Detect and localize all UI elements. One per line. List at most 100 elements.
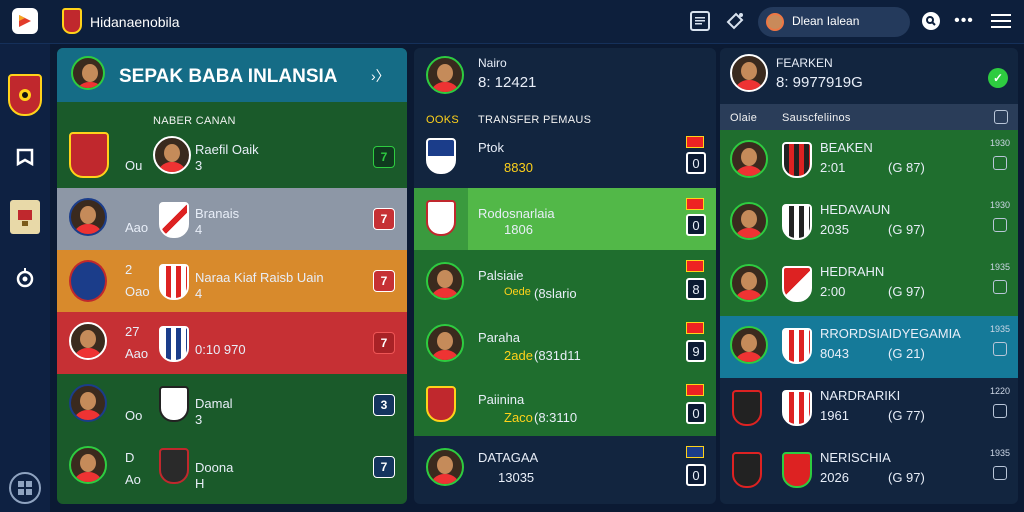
sidebar-item-grid-icon[interactable] [9,472,41,504]
row-action-button[interactable] [993,218,1007,232]
app-logo-icon[interactable] [12,8,38,34]
menu-icon[interactable] [990,10,1012,32]
row-action-button[interactable] [993,156,1007,170]
row-sub: Oede [504,286,531,298]
row-name: BEAKEN [820,140,873,155]
player-value: 8: 12421 [478,74,537,91]
list-item[interactable]: Ptok 8830 0 [414,126,716,188]
filter-button[interactable] [994,110,1008,124]
row-sub: 13035 [498,470,535,485]
row-action-button[interactable] [993,342,1007,356]
list-item[interactable]: Palsiaie Oede (8slario 8 [414,250,716,312]
row-year: 2:01 [820,160,846,175]
list-item[interactable]: Rodosnarlaia 1806 0 [414,188,716,250]
list-item[interactable]: NARDRARIKI 1961 (G 77) 1220 [720,378,1018,440]
list-item[interactable]: Ou Raefil Oaik 3 7 [57,126,407,188]
list-item[interactable]: RRORDSIAIDYEGAMIA 8043 (G 21) 1935 [720,316,1018,378]
search-icon[interactable] [922,12,940,30]
stat-button[interactable]: 7 [373,208,395,230]
row-rating: (G 87) [888,160,925,175]
score-box[interactable]: 0 [686,214,706,236]
team-crest-icon [159,386,189,422]
team-crest-icon [159,202,189,238]
player-avatar [69,446,107,484]
panel-header: FEARKEN 8: 9977919G ✓ [720,48,1018,102]
list-item[interactable]: 2 Oao Naraa Kiaf Raisb Uain 4 7 [57,250,407,312]
row-name: NARDRARIKI [820,388,901,403]
score-box[interactable]: 0 [686,152,706,174]
row-action-button[interactable] [993,466,1007,480]
team-crest-icon [782,390,812,426]
score-box[interactable]: 9 [686,340,706,362]
sidebar-item-trophy-icon[interactable] [10,200,40,234]
row-name: NERISCHIA [820,450,891,465]
team-crest-icon [426,138,456,174]
score-box[interactable]: 8 [686,278,706,300]
row-rating: (G 97) [888,284,925,299]
row-sub2: (8:3110 [534,410,578,425]
row-action-button[interactable] [993,404,1007,418]
list-item[interactable]: DATAGAA 13035 0 [414,436,716,498]
list-item[interactable]: HEDRAHN 2:00 (G 97) 1935 [720,254,1018,316]
expand-icon[interactable]: ›〉 [371,66,390,86]
list-item[interactable]: Paiinina Zaco (8:3110 0 [414,374,716,436]
row-name: Rodosnarlaia [478,206,555,221]
sidebar-item-bookmark-icon[interactable] [12,144,38,170]
team-crest-icon [159,264,189,300]
player-avatar [730,202,768,240]
team-crest-icon [782,266,812,302]
flag-icon [686,136,704,148]
row-name: Paiinina [478,392,525,407]
flag-icon [686,446,704,458]
score-box[interactable]: 0 [686,402,706,424]
list-item[interactable]: D Ao Doona H 7 [57,436,407,498]
list-item[interactable]: Paraha 2ade (831d11 9 [414,312,716,374]
stat-button[interactable]: 7 [373,146,395,168]
row-tiny: 1935 [990,262,1011,272]
flag-icon [686,322,704,334]
list-item[interactable]: Oo Damal 3 3 [57,374,407,436]
player-value: 3 [195,412,203,427]
user-avatar [766,13,784,31]
team-crest-icon [426,386,456,422]
squad-panel: SEPAK BABA INLANSIA ›〉 NABER CANAN Ou Ra… [57,48,407,504]
row-action-button[interactable] [993,280,1007,294]
row-year: 1961 [820,408,849,423]
row-top: 27 [125,324,140,339]
check-icon[interactable]: ✓ [988,68,1008,88]
list-item[interactable]: Aao Branais 4 7 [57,188,407,250]
team-crest-icon [732,390,762,426]
stat-button[interactable]: 7 [373,270,395,292]
flag-icon [686,198,704,210]
column-header-right: TRANSFER PEMAUS [478,114,592,126]
document-icon[interactable] [690,11,710,31]
sidebar-item-settings-icon[interactable] [12,266,38,292]
top-bar: Hidanaenobila Dlean Ialean ••• [0,0,1024,44]
list-item[interactable]: HEDAVAUN 2035 (G 97) 1930 [720,192,1018,254]
player-avatar [426,324,464,362]
row-sub: 1806 [504,222,533,237]
stat-button[interactable]: 7 [373,332,395,354]
stat-button[interactable]: 7 [373,456,395,478]
row-tiny: 1930 [990,138,1011,148]
share-icon[interactable] [724,10,746,32]
row-sub: 8830 [504,160,533,175]
row-year: 2026 [820,470,849,485]
more-icon[interactable]: ••• [952,12,976,30]
list-item[interactable]: NERISCHIA 2026 (G 97) 1935 [720,440,1018,502]
header-player-avatar [730,54,768,92]
flag-icon [686,260,704,272]
player-avatar [730,264,768,302]
player-name: Doona [195,460,234,475]
sidebar-item-club[interactable] [8,74,42,116]
player-avatar [69,384,107,422]
row-top: 2 [125,262,133,277]
search-field[interactable]: Dlean Ialean [758,7,910,37]
list-item[interactable]: 27 Aao 0:10 970 7 [57,312,407,374]
player-avatar [426,448,464,486]
flag-icon [686,384,704,396]
row-sub: Zaco [504,410,533,425]
score-box[interactable]: 0 [686,464,706,486]
list-item[interactable]: BEAKEN 2:01 (G 87) 1930 [720,130,1018,192]
stat-button[interactable]: 3 [373,394,395,416]
